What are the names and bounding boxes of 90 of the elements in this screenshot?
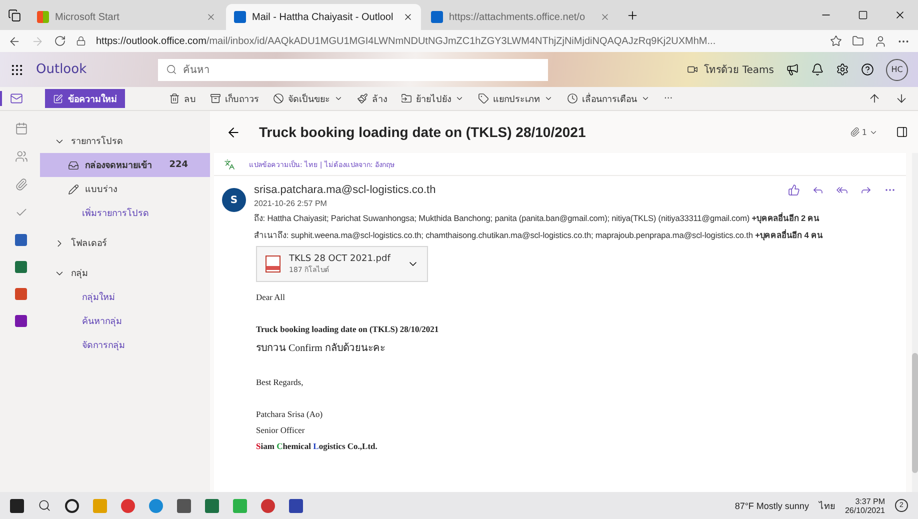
trash-icon <box>169 93 180 104</box>
search-field[interactable]: ค้นหา <box>158 58 548 80</box>
browser-tab[interactable]: Microsoft Start <box>29 4 224 30</box>
collections-icon <box>852 35 864 47</box>
new-message-button[interactable]: ข้อความใหม่ <box>45 89 125 108</box>
settings-icon <box>836 63 849 76</box>
sent-date: 2021-10-26 2:57 PM <box>254 199 328 208</box>
compose-icon <box>53 94 63 104</box>
favorite-icon <box>830 35 842 47</box>
company-name: Siam Chemical Logistics Co.,Ltd. <box>256 441 378 451</box>
tag-icon <box>478 93 489 104</box>
folder-item[interactable]: แบบร่าง <box>40 177 210 201</box>
caret-icon <box>641 94 650 103</box>
body-text: Dear All <box>256 292 286 302</box>
folder-item[interactable]: กล่องจดหมายเข้า 224 <box>40 153 210 177</box>
attachment-count[interactable]: 1 <box>850 127 878 137</box>
panel-icon <box>896 126 908 138</box>
bell-icon <box>811 63 824 76</box>
ban-icon <box>273 93 284 104</box>
cc-line: สำเนาถึง: suphit.weena.ma@scl-logistics.co.th; chamthaisong.chutikan.ma@scl-logistics.co.th; maprajoub.penprapa.ma@scl-logistics.co.th +บุคคลอื่นอีก 4 คน <box>254 228 824 242</box>
thumbs-up-icon <box>788 184 800 196</box>
paperclip-icon <box>850 127 860 137</box>
squares-icon <box>37 11 49 23</box>
forward-icon <box>860 184 872 196</box>
reply-all-icon <box>836 184 848 196</box>
toolbar-button[interactable]: เลื่อนการเตือน <box>567 92 650 106</box>
folder-group[interactable]: โฟลเดอร์ <box>40 231 121 255</box>
language-indicator[interactable]: ไทย <box>818 498 835 512</box>
folder-group[interactable]: รายการโปรด <box>40 129 137 153</box>
pdf-file-icon <box>265 255 281 273</box>
caret-icon <box>544 94 553 103</box>
body-text: Best Regards, <box>256 377 304 387</box>
help-icon <box>861 63 874 76</box>
toolbar-button[interactable]: เก็บถาวร <box>210 92 259 106</box>
browser-tab[interactable]: https://attachments.office.net/o <box>423 4 618 30</box>
toolbar-button[interactable]: จัดเป็นขยะ <box>273 92 343 106</box>
folder-link[interactable]: เพิ่มรายการโปรด <box>40 201 210 225</box>
app-name: Outlook <box>36 62 88 77</box>
caret-icon <box>455 94 464 103</box>
clock-icon <box>567 93 578 104</box>
search-icon <box>38 499 51 512</box>
search-icon <box>166 64 177 75</box>
browser-tab[interactable]: Mail - Hattha Chaiyasit - Outlool <box>226 4 421 30</box>
reload-icon <box>54 35 66 47</box>
back-icon <box>8 34 21 48</box>
folder-group[interactable]: กลุ่ม <box>40 261 102 285</box>
inbox-icon <box>68 160 79 170</box>
body-text: Senior Officer <box>256 425 306 435</box>
profile-icon <box>874 34 887 48</box>
folder-link[interactable]: ค้นหากลุ่ม <box>40 309 210 333</box>
message-subject: Truck booking loading date on (TKLS) 28/10/2021 <box>259 124 587 140</box>
brush-icon <box>357 93 368 104</box>
new-tab-icon <box>626 8 639 22</box>
reply-icon <box>812 184 824 196</box>
toolbar-button[interactable]: ล้าง <box>357 92 387 106</box>
body-text: Patchara Srisa (Ao) <box>256 409 324 419</box>
more-button[interactable]: ··· <box>664 94 673 104</box>
clock[interactable]: 3:37 PM 26/10/2021 <box>844 496 885 514</box>
back-icon <box>226 124 241 140</box>
recipients-line: ถึง: Hattha Chaiyasit; Parichat Suwanhongsa; Mukthida Banchong; panita (panita.ban@gmail.com); nitiya(TKLS) (nitiya33311@gmail.com) +บุคคลอื่นอีก 2 คน <box>254 211 820 225</box>
pencil-icon <box>68 184 79 194</box>
lock-icon <box>76 36 86 46</box>
folder-link[interactable]: จัดการกลุ่ม <box>40 333 210 357</box>
avatar[interactable]: HC <box>886 58 908 80</box>
close-icon <box>894 9 906 21</box>
app-launcher-icon <box>10 62 24 76</box>
forward-icon <box>31 34 44 48</box>
translate-icon <box>224 158 235 170</box>
sender-address[interactable]: srisa.patchara.ma@scl-logistics.co.th <box>254 184 788 196</box>
megaphone-icon <box>786 63 799 76</box>
video-icon <box>687 64 698 75</box>
body-text: Truck booking loading date on (TKLS) 28/10/2021 <box>256 324 440 334</box>
arrow-down-icon <box>895 92 908 105</box>
folder-link[interactable]: กลุ่มใหม่ <box>40 285 210 309</box>
teams-button[interactable]: โทรด้วย Teams <box>687 62 774 77</box>
tab-actions-icon <box>8 8 21 22</box>
restore-icon <box>858 10 868 20</box>
arrow-up-icon <box>868 92 881 105</box>
toolbar-button[interactable]: แยกประเภท <box>478 92 553 106</box>
toolbar-button[interactable]: ลบ <box>169 92 196 106</box>
body-text: รบกวน Confirm กลับด้วยนะคะ <box>256 342 386 355</box>
scrollbar-thumb[interactable] <box>912 353 918 473</box>
archive-icon <box>210 93 221 104</box>
sender-avatar: S <box>222 188 246 212</box>
caret-icon <box>334 94 343 103</box>
close-icon <box>600 12 610 22</box>
close-icon <box>206 12 216 22</box>
close-icon <box>403 12 413 22</box>
weather-text[interactable]: 87°F Mostly sunny <box>734 500 809 510</box>
toolbar-button[interactable]: ย้ายไปยัง <box>401 92 464 106</box>
